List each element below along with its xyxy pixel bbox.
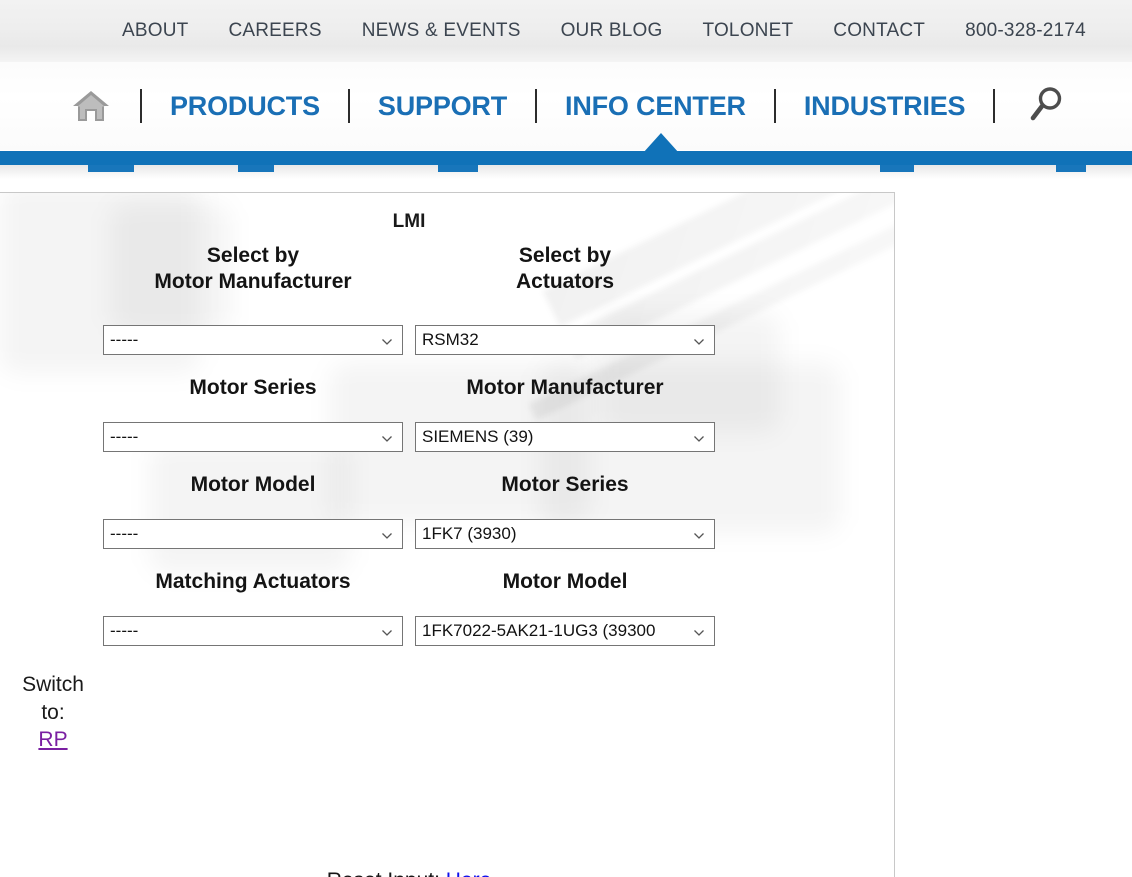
topnav-news-events[interactable]: NEWS & EVENTS: [362, 20, 521, 42]
matching-actuators-select[interactable]: -----: [103, 616, 403, 646]
left-column-heading-line1: Select by: [206, 244, 300, 267]
active-tab-arrow-icon: [643, 133, 679, 153]
left-motor-series-select[interactable]: -----: [103, 422, 403, 452]
right-motor-series-label: Motor Series: [501, 473, 629, 496]
right-column-heading-line2: Actuators: [515, 269, 615, 293]
nav-tab-stub: [88, 165, 134, 172]
right-motor-series-select[interactable]: 1FK7 (3930): [415, 519, 715, 549]
matching-actuators-label: Matching Actuators: [155, 570, 351, 593]
actuators-select[interactable]: RSM32: [415, 325, 715, 355]
reset-input-line: Reset Input: Here: [0, 869, 818, 877]
search-icon[interactable]: [1023, 84, 1067, 128]
reset-input-link[interactable]: Here: [446, 869, 492, 877]
reset-input-label: Reset Input:: [327, 869, 440, 877]
switch-to-label-line1: Switch: [22, 673, 84, 696]
topnav-careers[interactable]: CAREERS: [228, 20, 321, 42]
mainnav-products[interactable]: PRODUCTS: [170, 91, 320, 122]
right-column-heading-line1: Select by: [518, 244, 612, 267]
content-panel: LMI Select by Motor Manufacturer Select …: [0, 192, 895, 877]
main-navigation-bar: PRODUCTS SUPPORT INFO CENTER INDUSTRIES: [0, 62, 1132, 150]
nav-divider-5: [993, 89, 996, 123]
topnav-about[interactable]: ABOUT: [122, 20, 188, 42]
home-icon[interactable]: [70, 88, 112, 124]
motor-selector-form: LMI Select by Motor Manufacturer Select …: [0, 193, 894, 877]
left-column-heading: Select by Motor Manufacturer: [103, 243, 403, 294]
mainnav-support[interactable]: SUPPORT: [378, 91, 507, 122]
right-column-heading: Select by Actuators: [415, 243, 715, 294]
top-utility-bar: ABOUT CAREERS NEWS & EVENTS OUR BLOG TOL…: [0, 0, 1132, 62]
mainnav-info-center[interactable]: INFO CENTER: [565, 91, 746, 122]
nav-tab-stub: [238, 165, 274, 172]
bar-shadow: [0, 165, 1132, 179]
topnav-tolonet[interactable]: TOLONET: [702, 20, 793, 42]
right-motor-model-label: Motor Model: [502, 570, 628, 593]
left-motor-model-select[interactable]: -----: [103, 519, 403, 549]
right-motor-model-select[interactable]: 1FK7022-5AK21-1UG3 (39300: [415, 616, 715, 646]
nav-divider-2: [347, 89, 350, 123]
nav-divider-3: [535, 89, 538, 123]
form-title: LMI: [392, 211, 426, 232]
right-motor-manufacturer-label: Motor Manufacturer: [466, 376, 664, 399]
blue-accent-bar: [0, 151, 1132, 165]
nav-divider-1: [140, 89, 142, 123]
switch-to-block: Switch to: RP: [10, 671, 96, 754]
topnav-our-blog[interactable]: OUR BLOG: [561, 20, 663, 42]
nav-divider-4: [773, 89, 776, 123]
mainnav-industries[interactable]: INDUSTRIES: [804, 91, 966, 122]
right-motor-manufacturer-select[interactable]: SIEMENS (39): [415, 422, 715, 452]
phone-number[interactable]: 800-328-2174: [965, 20, 1086, 42]
nav-tab-stub: [438, 165, 478, 172]
switch-to-label-line2: to:: [41, 700, 65, 724]
left-motor-series-label: Motor Series: [189, 376, 317, 399]
accent-bar-region: [0, 133, 1132, 181]
nav-tab-stub: [880, 165, 914, 172]
left-motor-model-label: Motor Model: [190, 473, 316, 496]
left-column-heading-line2: Motor Manufacturer: [154, 269, 352, 293]
topnav-contact[interactable]: CONTACT: [833, 20, 925, 42]
left-motor-manufacturer-select[interactable]: -----: [103, 325, 403, 355]
nav-tab-stub: [1056, 165, 1086, 172]
switch-to-rp-link[interactable]: RP: [38, 728, 67, 751]
